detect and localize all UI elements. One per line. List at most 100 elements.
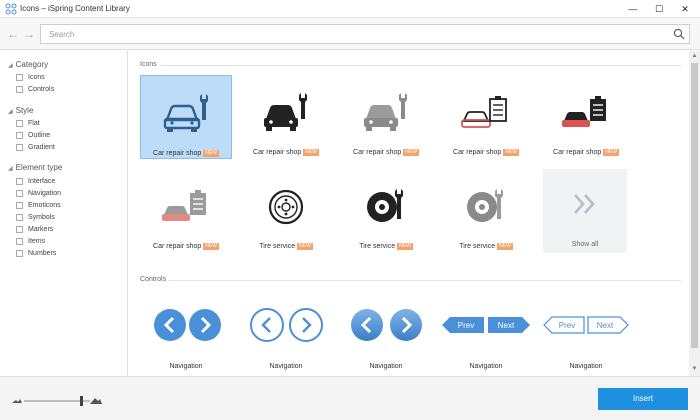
checkbox[interactable]	[16, 226, 23, 233]
forward-arrow-icon[interactable]: →	[22, 27, 36, 41]
checkbox[interactable]	[16, 86, 23, 93]
checkbox[interactable]	[16, 190, 23, 197]
filter-sidebar: ◢ Category Icons Controls ◢ Style Flat Out…	[0, 51, 128, 376]
double-chevron-right-icon	[574, 194, 595, 214]
filter-item[interactable]: Symbols	[16, 214, 55, 221]
small-mountain-icon	[12, 399, 22, 403]
search-box	[40, 24, 690, 44]
checkbox[interactable]	[16, 214, 23, 221]
tire-icon	[268, 189, 304, 225]
filter-item[interactable]: Markers	[16, 226, 53, 233]
icon-tile[interactable]: Car repair shop NEW	[540, 75, 632, 159]
zoom-slider[interactable]	[10, 395, 102, 407]
new-badge: NEW	[203, 150, 219, 157]
toolbar: ← →	[0, 18, 700, 50]
search-icon[interactable]	[673, 28, 685, 40]
tire-wrench-icon	[467, 189, 503, 222]
control-caption: Navigation	[469, 363, 503, 370]
checkbox[interactable]	[16, 74, 23, 81]
checkbox[interactable]	[16, 250, 23, 257]
nav-prev-next-outline: Prev Next	[543, 316, 629, 334]
search-input[interactable]	[41, 25, 661, 43]
control-tile[interactable]: Prev Next Navigation	[436, 303, 536, 375]
filter-item[interactable]: Icons	[16, 74, 45, 81]
icon-caption: Car repair shop NEW	[253, 149, 319, 156]
control-tile[interactable]: Prev Next Navigation	[536, 303, 636, 375]
filter-item[interactable]: Flat	[16, 120, 40, 127]
nav-prev-next-filled: Prev Next	[442, 317, 530, 333]
filter-item[interactable]: Interface	[16, 178, 55, 185]
divider	[161, 65, 681, 66]
checkbox[interactable]	[16, 120, 23, 127]
maximize-icon[interactable]: ☐	[650, 2, 668, 16]
app-icon	[5, 3, 17, 15]
filter-item[interactable]: Outline	[16, 132, 50, 139]
car-clipboard-icon	[461, 96, 507, 128]
icon-tile[interactable]: Car repair shop NEW	[340, 75, 432, 159]
icon-tile[interactable]: Car repair shop NEW	[240, 75, 332, 159]
icon-tile[interactable]: Car repair shop NEW	[140, 75, 232, 159]
new-badge: NEW	[303, 149, 319, 156]
icon-caption: Car repair shop NEW	[153, 243, 219, 250]
filter-group-title[interactable]: ◢ Category	[8, 60, 48, 69]
checkbox[interactable]	[16, 178, 23, 185]
control-caption: Navigation	[369, 363, 403, 370]
back-arrow-icon[interactable]: ←	[6, 27, 20, 41]
car-wrench-icon	[264, 93, 307, 131]
filter-item[interactable]: Emoticons	[16, 202, 61, 209]
new-badge: NEW	[203, 243, 219, 250]
next-label: Next	[498, 321, 515, 330]
control-tile[interactable]: Navigation	[336, 303, 436, 375]
close-icon[interactable]: ✕	[676, 2, 694, 16]
car-clipboard-icon	[162, 190, 206, 221]
icon-tile[interactable]: Tire service NEW	[240, 169, 332, 253]
icon-caption: Car repair shop NEW	[353, 149, 419, 156]
car-clipboard-icon	[562, 96, 606, 127]
icon-tile[interactable]: Car repair shop NEW	[140, 169, 232, 253]
control-caption: Navigation	[269, 363, 303, 370]
icon-caption: Car repair shop NEW	[153, 150, 219, 157]
show-all-label: Show all	[571, 241, 599, 248]
icon-tile[interactable]: Car repair shop NEW	[440, 75, 532, 159]
footer-bar: Insert	[0, 376, 700, 420]
new-badge: NEW	[403, 149, 419, 156]
scrollbar-thumb[interactable]	[691, 63, 698, 348]
section-label-controls: Controls	[140, 276, 167, 283]
filter-group-title[interactable]: ◢ Element type	[8, 163, 62, 172]
filter-group-title[interactable]: ◢ Style	[8, 106, 33, 115]
filter-item[interactable]: Gradient	[16, 144, 55, 151]
checkbox[interactable]	[16, 132, 23, 139]
new-badge: NEW	[297, 243, 313, 250]
new-badge: NEW	[397, 243, 413, 250]
checkbox[interactable]	[16, 144, 23, 151]
vertical-scrollbar[interactable]: ▲ ▼	[689, 51, 700, 376]
zoom-slider-thumb[interactable]	[80, 396, 83, 406]
icon-caption: Tire service NEW	[459, 243, 513, 250]
library-content: Icons Car repair shop NEW Car repair shop…	[129, 51, 689, 376]
nav-buttons-gradient	[351, 309, 422, 341]
filter-item[interactable]: Controls	[16, 86, 54, 93]
new-badge: NEW	[603, 149, 619, 156]
filter-item[interactable]: Navigation	[16, 190, 61, 197]
control-tile[interactable]: Navigation	[136, 303, 236, 375]
show-all-tile[interactable]: Show all	[543, 169, 627, 253]
minimize-icon[interactable]: —	[624, 2, 642, 16]
prev-label: Prev	[559, 321, 575, 330]
title-bar: Icons – iSpring Content Library — ☐ ✕	[0, 0, 700, 18]
tire-wrench-icon	[367, 189, 403, 222]
icon-tile[interactable]: Tire service NEW	[340, 169, 432, 253]
icon-tile[interactable]: Tire service NEW	[440, 169, 532, 253]
insert-button[interactable]: Insert	[598, 388, 688, 410]
nav-buttons-outline	[250, 308, 323, 342]
scroll-up-icon[interactable]: ▲	[689, 53, 700, 59]
scroll-down-icon[interactable]: ▼	[689, 366, 700, 372]
control-tile[interactable]: Navigation	[236, 303, 336, 375]
checkbox[interactable]	[16, 202, 23, 209]
control-caption: Navigation	[169, 363, 203, 370]
filter-item[interactable]: Items	[16, 238, 45, 245]
checkbox[interactable]	[16, 238, 23, 245]
filter-item[interactable]: Numbers	[16, 250, 56, 257]
icon-caption: Tire service NEW	[359, 243, 413, 250]
window-title: Icons – iSpring Content Library	[20, 4, 130, 13]
icon-caption: Tire service NEW	[259, 243, 313, 250]
